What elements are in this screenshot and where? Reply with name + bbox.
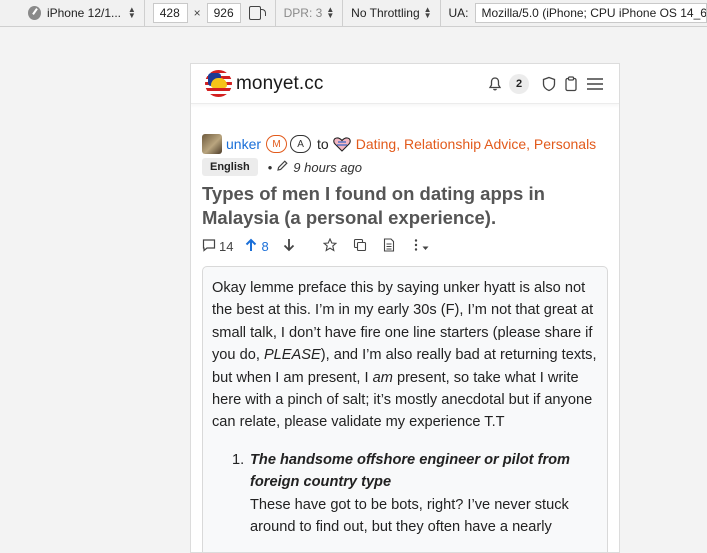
view-source-button[interactable] (383, 237, 395, 255)
site-logo[interactable] (205, 70, 232, 97)
list-number: 1. (232, 451, 245, 468)
list-item: 1. The handsome offshore engineer or pil… (212, 449, 598, 539)
post-body: Okay lemme preface this by saying unker … (202, 266, 608, 552)
post-actions: 14 8 (202, 236, 608, 256)
upvote-count: 8 (261, 238, 269, 254)
bell-icon[interactable] (485, 74, 505, 94)
width-input[interactable]: 428 (152, 3, 188, 23)
width-value: 428 (159, 6, 180, 20)
caret-down-icon (422, 239, 429, 254)
ua-label: UA: (448, 6, 469, 20)
pencil-icon (276, 159, 289, 175)
meta-separator: • (267, 159, 273, 175)
throttle-select[interactable]: No Throttling ▲ ▼ (351, 5, 432, 21)
arrow-up-icon (245, 238, 257, 255)
admin-badge: A (290, 135, 312, 153)
comment-count: 14 (219, 238, 234, 254)
select-arrows-icon: ▲ ▼ (326, 5, 335, 20)
device-select-label: iPhone 12/1... (46, 6, 122, 20)
mod-badge: M (266, 135, 288, 153)
emulated-page: monyet.cc 2 unker M A to Dating, Relatio… (190, 63, 620, 553)
post-submeta: English • 9 hours ago (202, 158, 608, 176)
user-agent-input[interactable]: Mozilla/5.0 (iPhone; CPU iPhone OS 14_6 … (474, 3, 707, 23)
list-item-text: These have got to be bots, right? I’ve n… (250, 496, 569, 536)
site-brand[interactable]: monyet.cc (236, 73, 324, 95)
app-header: monyet.cc 2 (191, 64, 619, 104)
divider (342, 0, 344, 26)
select-arrows-icon: ▲ ▼ (127, 5, 136, 20)
language-tag: English (202, 158, 258, 176)
post-title[interactable]: Types of men I found on dating apps in M… (202, 182, 608, 230)
dpr-select[interactable]: DPR: 3 ▲ ▼ (283, 5, 335, 21)
save-button[interactable] (322, 237, 338, 255)
menu-icon[interactable] (585, 74, 605, 94)
crosspost-button[interactable] (353, 238, 367, 255)
height-value: 926 (213, 6, 234, 20)
list-item-title: The handsome offshore engineer or pilot … (250, 451, 571, 491)
select-arrows-icon: ▲ ▼ (423, 5, 432, 20)
comment-icon (202, 238, 216, 255)
community-link[interactable]: Dating, Relationship Advice, Personals (356, 136, 596, 152)
downvote-button[interactable] (283, 238, 295, 255)
dpr-label: DPR: 3 (283, 6, 323, 20)
heart-community-icon (332, 136, 351, 152)
post-meta: unker M A to Dating, Relationship Advice… (202, 134, 608, 154)
comments-button[interactable]: 14 (202, 238, 233, 255)
device-select[interactable]: iPhone 12/1... ▲ ▼ (46, 5, 136, 21)
divider (143, 0, 145, 26)
author-link[interactable]: unker (226, 136, 261, 152)
upvote-button[interactable]: 8 (245, 238, 269, 255)
copy-icon (353, 238, 367, 255)
user-agent-value: Mozilla/5.0 (iPhone; CPU iPhone OS 14_6 … (481, 6, 707, 20)
clipboard-icon[interactable] (561, 74, 581, 94)
height-input[interactable]: 926 (206, 3, 242, 23)
divider (439, 0, 441, 26)
more-options-button[interactable] (413, 238, 429, 255)
dimension-separator: × (193, 6, 201, 20)
notification-count-badge[interactable]: 2 (509, 73, 529, 94)
more-vertical-icon (413, 238, 419, 255)
post: unker M A to Dating, Relationship Advice… (191, 134, 619, 552)
divider (274, 0, 276, 26)
shield-icon[interactable] (539, 74, 559, 94)
throttle-label: No Throttling (351, 6, 420, 20)
devtools-device-toolbar: iPhone 12/1... ▲ ▼ 428 × 926 DPR: 3 ▲ ▼ No… (0, 0, 707, 27)
to-label: to (317, 136, 329, 152)
body-paragraph: Okay lemme preface this by saying unker … (212, 280, 597, 431)
star-icon (322, 237, 338, 255)
device-mode-icon[interactable] (28, 6, 41, 20)
rotate-icon[interactable] (249, 6, 267, 20)
arrow-down-icon (283, 238, 295, 255)
avatar[interactable] (202, 134, 222, 154)
document-icon (383, 237, 395, 255)
post-time: 9 hours ago (293, 159, 362, 175)
